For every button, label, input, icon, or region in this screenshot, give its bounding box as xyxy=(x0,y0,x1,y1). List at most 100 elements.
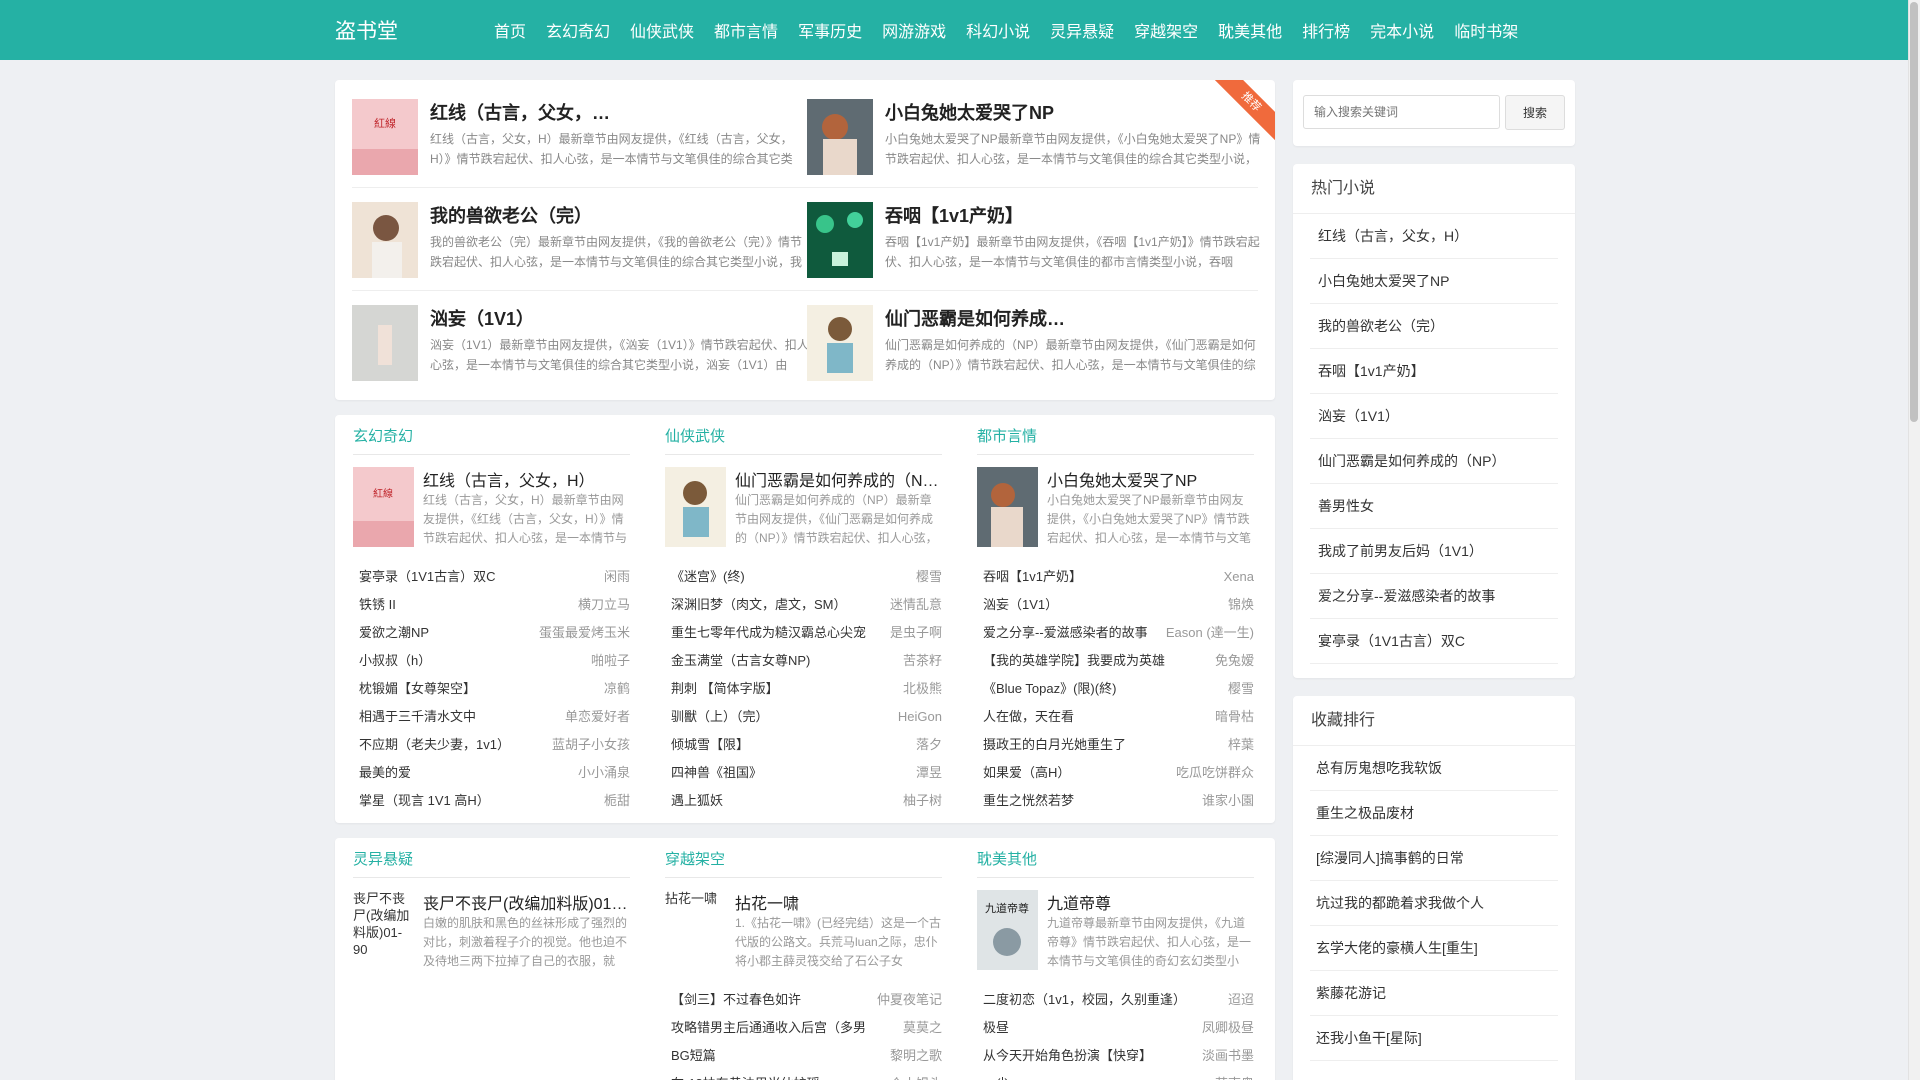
category-top-book[interactable]: 丧尸不丧尸(改编加料版)01-90 丧尸不丧尸(改编加料版)01… 白嫩的肌肤和… xyxy=(353,890,630,986)
book-title[interactable]: 仙门恶霸是如何养成的（N… xyxy=(735,467,942,491)
book-name[interactable]: 极昼 xyxy=(983,1014,1009,1042)
book-name[interactable]: 相遇于三千清水文中 xyxy=(359,703,476,731)
nav-home[interactable]: 首页 xyxy=(494,18,526,42)
book-name[interactable]: 爱之分享--爱滋感染者的故事 xyxy=(983,619,1148,647)
book-title[interactable]: 丧尸不丧尸(改编加料版)01… xyxy=(423,890,630,914)
list-item[interactable]: 《迷宫》(终) 樱雪 xyxy=(665,563,942,591)
book-name[interactable]: 从今天开始角色扮演【快穿】 xyxy=(983,1042,1152,1070)
book-cover-image[interactable] xyxy=(665,467,726,547)
book-title[interactable]: 红线（古言，父女，… xyxy=(430,99,810,125)
list-item[interactable]: 二度初恋（1v1，校园，久别重逢） 迢迢 xyxy=(977,986,1254,1014)
book-name[interactable]: 驯獸（上）（完） xyxy=(671,703,769,731)
list-item[interactable]: 爱欲之潮NP 蛋蛋最爱烤玉米 xyxy=(353,619,630,647)
list-item[interactable]: 小叔叔（h） 啪啦子 xyxy=(353,647,630,675)
category-heading[interactable]: 耽美其他 xyxy=(977,842,1254,878)
featured-item[interactable]: 汹妄（1V1） 汹妄（1V1）最新章节由网友提供，《汹妄（1V1）》情节跌宕起伏… xyxy=(352,305,809,400)
list-item[interactable]: 人在做，天在看 暗骨枯 xyxy=(977,703,1254,731)
hot-novel-item[interactable]: 我成了前男友后妈（1V1） xyxy=(1310,529,1558,574)
list-item[interactable]: 不应期（老夫少妻，1v1） 蓝胡子小女孩 xyxy=(353,731,630,759)
list-item[interactable]: 荆刺 【简体字版】 北极熊 xyxy=(665,675,942,703)
list-item[interactable]: 如果爱（高H） 吃瓜吃饼群众 xyxy=(977,759,1254,787)
book-cover-image[interactable]: 九道帝尊 xyxy=(977,890,1038,970)
favorite-item[interactable]: 紫藤花游记 xyxy=(1310,971,1558,1016)
book-name[interactable]: 【我的英雄学院】我要成为英雄 xyxy=(983,647,1165,675)
book-name[interactable]: 遇上狐妖 xyxy=(671,787,723,815)
category-top-book[interactable]: 仙门恶霸是如何养成的（N… 仙门恶霸是如何养成的（NP）最新章节由网友提供，《仙… xyxy=(665,467,942,563)
book-name[interactable]: 重生之恍然若梦 xyxy=(983,787,1074,815)
book-name[interactable]: 人在做，天在看 xyxy=(983,703,1074,731)
book-name[interactable]: 枕锻媚【女尊架空】 xyxy=(359,675,476,703)
nav-finished[interactable]: 完本小说 xyxy=(1370,18,1434,42)
list-item[interactable]: 吞咽【1v1产奶】 Xena xyxy=(977,563,1254,591)
favorite-item[interactable]: 玄学大佬的豪横人生[重生] xyxy=(1310,926,1558,971)
favorite-item[interactable]: 还我小鱼干[星际] xyxy=(1310,1016,1558,1061)
hot-novel-item[interactable]: 汹妄（1V1） xyxy=(1310,394,1558,439)
list-item[interactable]: BG短篇 黎明之歌 xyxy=(665,1042,942,1070)
hot-novel-item[interactable]: 宴亭录（1V1古言）双C xyxy=(1310,619,1558,664)
list-item[interactable]: 重生七零年代成为糙汉霸总心尖宠 是虫子啊 xyxy=(665,619,942,647)
book-cover-image[interactable] xyxy=(352,202,418,278)
list-item[interactable]: 摄政王的白月光她重生了 梓葉 xyxy=(977,731,1254,759)
book-name[interactable]: 小叔叔（h） xyxy=(359,647,431,675)
book-cover-image[interactable] xyxy=(977,467,1038,547)
nav-xuanhuan[interactable]: 玄幻奇幻 xyxy=(546,18,610,42)
book-name[interactable]: BG短篇 xyxy=(671,1042,716,1070)
list-item[interactable]: 深渊旧梦（肉文，虐文，SM） 迷情乱意 xyxy=(665,591,942,619)
search-button[interactable]: 搜索 xyxy=(1505,95,1565,130)
category-top-book[interactable]: 九道帝尊 九道帝尊 九道帝尊最新章节由网友提供，《九道帝尊》情节跌宕起伏、扣人心… xyxy=(977,890,1254,986)
book-name[interactable]: 摄政王的白月光她重生了 xyxy=(983,731,1126,759)
featured-item[interactable]: 仙门恶霸是如何养成… 仙门恶霸是如何养成的（NP）最新章节由网友提供，《仙门恶霸… xyxy=(807,305,1262,400)
category-top-book[interactable]: 小白兔她太爱哭了NP 小白兔她太爱哭了NP最新章节由网友提供，《小白兔她太爱哭了… xyxy=(977,467,1254,563)
book-title[interactable]: 小白兔她太爱哭了NP xyxy=(885,99,1265,125)
list-item[interactable]: 最美的爱 小小涌泉 xyxy=(353,759,630,787)
hot-novel-item[interactable]: 善男性女 xyxy=(1310,484,1558,529)
book-cover-image[interactable] xyxy=(807,305,873,381)
hot-novel-item[interactable]: 我的兽欲老公（完） xyxy=(1310,304,1558,349)
book-name[interactable]: 最美的爱 xyxy=(359,759,411,787)
nav-danmei[interactable]: 耽美其他 xyxy=(1218,18,1282,42)
search-input[interactable] xyxy=(1303,95,1500,129)
book-title[interactable]: 我的兽欲老公（完） xyxy=(430,202,810,228)
nav-ranking[interactable]: 排行榜 xyxy=(1302,18,1350,42)
nav-junshi[interactable]: 军事历史 xyxy=(798,18,862,42)
category-heading[interactable]: 都市言情 xyxy=(977,419,1254,455)
list-item[interactable]: 倾城雪【限】 落夕 xyxy=(665,731,942,759)
book-name[interactable]: 爱欲之潮NP xyxy=(359,619,429,647)
book-name[interactable]: 重生七零年代成为糙汉霸总心尖宠 xyxy=(671,619,866,647)
hot-novel-item[interactable]: 吞咽【1v1产奶】 xyxy=(1310,349,1558,394)
category-top-book[interactable]: 拈花一啸 拈花一啸 1.《拈花一啸》(已经完结）这是一个古代版的公路文。兵荒马l… xyxy=(665,890,942,986)
book-name[interactable]: 二度初恋（1v1，校园，久别重逢） xyxy=(983,986,1178,1014)
hot-novel-item[interactable]: 爱之分享--爱滋感染者的故事 xyxy=(1310,574,1558,619)
favorite-item[interactable]: 总有厉鬼想吃我软饭 xyxy=(1310,746,1558,791)
nav-dushi[interactable]: 都市言情 xyxy=(714,18,778,42)
nav-chuanyue[interactable]: 穿越架空 xyxy=(1134,18,1198,42)
list-item[interactable]: 攻略错男主后通通收入后宫（多男主穿书） 莫莫之 xyxy=(665,1014,942,1042)
list-item[interactable]: 爱之分享--爱滋感染者的故事 Eason (達一生) xyxy=(977,619,1254,647)
category-top-book[interactable]: 紅線 红线（古言，父女，H） 红线（古言，父女，H）最新章节由网友提供，《红线（… xyxy=(353,467,630,563)
book-name[interactable]: 汹妄（1V1） xyxy=(983,591,1058,619)
book-name[interactable]: 《Blue Topaz》(限)(終) xyxy=(983,675,1116,703)
list-item[interactable]: 遇上狐妖 柚子树 xyxy=(665,787,942,815)
book-cover-image[interactable]: 紅線 xyxy=(352,99,418,175)
scrollbar-thumb[interactable] xyxy=(1910,2,1918,422)
book-name[interactable]: 《迷宫》(终) xyxy=(671,563,745,591)
nav-bookshelf[interactable]: 临时书架 xyxy=(1454,18,1518,42)
list-item[interactable]: 重生之恍然若梦 谁家小園 xyxy=(977,787,1254,815)
list-item[interactable]: 汹妄（1V1） 锦焕 xyxy=(977,591,1254,619)
book-cover-image[interactable] xyxy=(352,305,418,381)
list-item[interactable]: 《Blue Topaz》(限)(終) 樱雪 xyxy=(977,675,1254,703)
book-cover-image[interactable] xyxy=(807,99,873,175)
book-cover-image[interactable]: 紅線 xyxy=(353,467,414,547)
list-item[interactable]: 从今天开始角色扮演【快穿】 淡画书墨 xyxy=(977,1042,1254,1070)
book-title[interactable]: 小白兔她太爱哭了NP xyxy=(1047,467,1254,491)
book-title[interactable]: 九道帝尊 xyxy=(1047,890,1254,914)
list-item[interactable]: 【我的英雄学院】我要成为英雄 免兔嫒 xyxy=(977,647,1254,675)
category-heading[interactable]: 仙侠武侠 xyxy=(665,419,942,455)
book-name[interactable]: 吞咽【1v1产奶】 xyxy=(983,563,1082,591)
list-item[interactable]: 一尘 苏南奥 xyxy=(977,1070,1254,1080)
category-heading[interactable]: 穿越架空 xyxy=(665,842,942,878)
book-name[interactable]: 宴亭录（1V1古言）双C xyxy=(359,563,496,591)
book-name[interactable]: 金玉满堂（古言女尊NP) xyxy=(671,647,810,675)
book-name[interactable]: 攻略错男主后通通收入后宫（多男主穿书） xyxy=(671,1014,866,1042)
list-item[interactable]: 金玉满堂（古言女尊NP) 苦茶籽 xyxy=(665,647,942,675)
